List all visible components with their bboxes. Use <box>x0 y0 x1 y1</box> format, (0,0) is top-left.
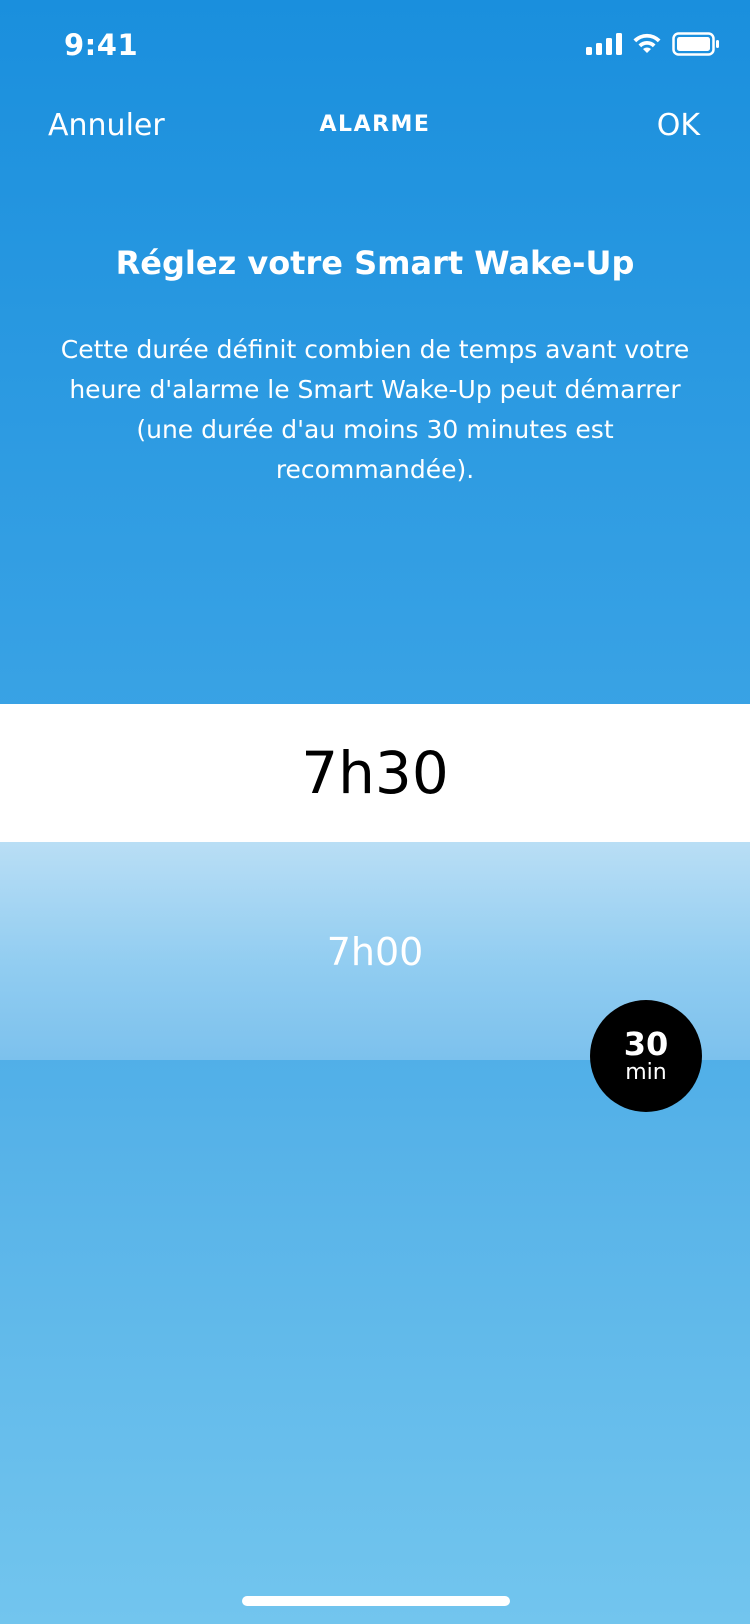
time-picker-selected-row[interactable]: 7h30 <box>0 704 750 842</box>
duration-badge[interactable]: 30 min <box>590 1000 702 1112</box>
badge-value: 30 <box>623 1025 669 1063</box>
status-bar: 9:41 <box>0 0 750 92</box>
battery-icon <box>672 32 719 56</box>
section-description: Cette durée définit combien de temps ava… <box>60 335 690 484</box>
wifi-icon <box>633 33 661 53</box>
selected-time-value: 7h30 <box>301 739 449 807</box>
signal-icon <box>586 33 622 55</box>
badge-unit: min <box>625 1060 667 1085</box>
ok-button[interactable]: OK <box>657 108 700 143</box>
status-time: 9:41 <box>64 28 139 62</box>
section-heading: Réglez votre Smart Wake-Up <box>115 244 635 282</box>
next-time-value: 7h00 <box>326 930 424 974</box>
page-title: ALARME <box>319 112 431 137</box>
home-indicator[interactable] <box>242 1596 510 1606</box>
status-icons <box>586 32 720 56</box>
navigation-bar: Annuler ALARME OK <box>0 100 750 156</box>
